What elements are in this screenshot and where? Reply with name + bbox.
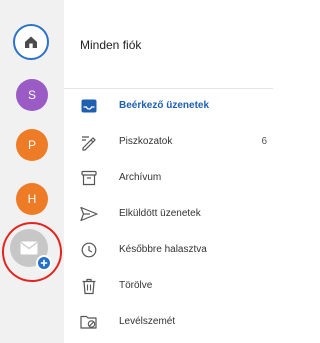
home-icon — [25, 36, 37, 48]
folder-list: Beérkező üzenetek Piszkozatok 6 Archívum… — [64, 88, 273, 340]
folder-label: Későbbre halasztva — [119, 244, 207, 255]
folder-count: 6 — [261, 136, 267, 147]
mail-app: S P H Minden fiók Beérkező üzenetek Pisz… — [0, 0, 273, 343]
folder-item-archive[interactable]: Archívum — [64, 160, 273, 196]
clock-icon — [80, 241, 98, 259]
account-header[interactable]: Minden fiók — [64, 0, 273, 89]
folder-label: Archívum — [119, 172, 162, 183]
account-letter: H — [27, 192, 37, 206]
account-letter: P — [27, 138, 36, 152]
folder-item-junk[interactable]: Levélszemét — [64, 304, 273, 340]
folder-label: Beérkező üzenetek — [119, 100, 210, 111]
folder-item-drafts[interactable]: Piszkozatok 6 — [64, 124, 273, 160]
home-account-button[interactable] — [13, 24, 49, 60]
page-title: Minden fiók — [80, 38, 142, 52]
account-letter: S — [27, 88, 36, 102]
folder-label: Levélszemét — [119, 316, 176, 327]
account-avatar-p[interactable]: P — [16, 129, 48, 161]
trash-icon — [80, 277, 98, 295]
folder-item-inbox[interactable]: Beérkező üzenetek — [64, 88, 273, 124]
folder-item-deleted[interactable]: Törölve — [64, 268, 273, 304]
send-icon — [80, 205, 98, 223]
archive-icon — [80, 169, 98, 187]
folder-label: Elküldött üzenetek — [119, 208, 201, 219]
account-rail: S P H — [0, 0, 66, 343]
folder-label: Törölve — [119, 280, 153, 291]
draft-icon — [80, 133, 98, 151]
folder-label: Piszkozatok — [119, 136, 173, 147]
inbox-icon — [80, 97, 98, 115]
folder-item-snoozed[interactable]: Későbbre halasztva — [64, 232, 273, 268]
junk-folder-icon — [80, 313, 98, 331]
account-avatar-h[interactable]: H — [16, 183, 48, 215]
account-avatar-s[interactable]: S — [16, 79, 48, 111]
folder-item-sent[interactable]: Elküldött üzenetek — [64, 196, 273, 232]
